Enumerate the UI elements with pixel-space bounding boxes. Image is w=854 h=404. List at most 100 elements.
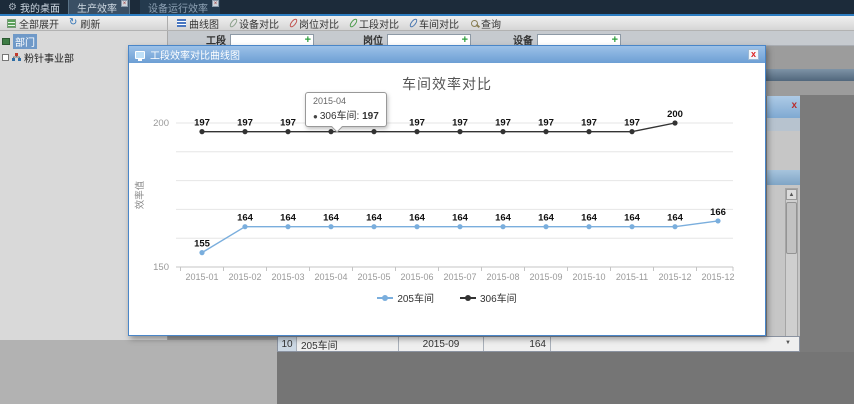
popup-scrollbar[interactable]: ▲ (785, 188, 798, 348)
legend-label: 306车间 (480, 290, 517, 305)
monitor-icon (135, 51, 145, 59)
value-label: 197 (624, 118, 640, 129)
table-row[interactable]: 10 205车间 2015-09 164 ▼ (277, 336, 800, 352)
data-point[interactable] (500, 129, 505, 134)
data-point[interactable] (371, 224, 376, 229)
position-filter-input[interactable]: + (387, 34, 471, 46)
series-dot-icon: ● (313, 112, 318, 121)
legend-label: 205车间 (397, 290, 434, 305)
tooltip-series: 306车间 (320, 111, 357, 122)
data-point[interactable] (629, 129, 634, 134)
tooltip-value: 197 (362, 111, 379, 122)
paperclip-icon (348, 18, 358, 29)
close-icon[interactable]: x (791, 101, 797, 111)
expand-all-button[interactable]: 全部展开 (4, 16, 62, 31)
value-label: 197 (237, 118, 253, 129)
data-point[interactable] (672, 224, 677, 229)
refresh-label: 刷新 (80, 16, 100, 31)
tree-item-label: 部门 (13, 34, 37, 49)
data-point[interactable] (199, 129, 204, 134)
refresh-button[interactable]: ↻ 刷新 (66, 16, 103, 31)
x-tick-label: 2015-12 (701, 272, 734, 282)
data-point[interactable] (414, 224, 419, 229)
tab-close-icon[interactable]: × (212, 0, 219, 7)
data-point[interactable] (328, 224, 333, 229)
x-tick-label: 2015-08 (486, 272, 519, 282)
curve-chart-button[interactable]: 曲线图 (174, 16, 222, 31)
scroll-up-icon[interactable]: ▲ (786, 189, 797, 200)
query-button[interactable]: 查询 (468, 16, 504, 31)
legend-marker-icon (377, 297, 393, 299)
chart-tooltip: 2015-04 ●306车间: 197 (305, 92, 387, 127)
expand-all-icon (7, 19, 16, 28)
position-compare-button[interactable]: 岗位对比 (288, 16, 342, 31)
x-tick-label: 2015-12 (658, 272, 691, 282)
data-point[interactable] (629, 224, 634, 229)
tool-label: 工段对比 (359, 16, 399, 31)
desktop-background (277, 352, 854, 404)
value-label: 164 (237, 213, 254, 224)
x-tick-label: 2015-07 (443, 272, 476, 282)
close-icon[interactable]: x (748, 49, 759, 60)
add-icon[interactable]: + (305, 35, 311, 46)
legend-marker-icon (460, 297, 476, 299)
tab-close-icon[interactable]: × (121, 0, 128, 7)
workshop-compare-button[interactable]: 车间对比 (408, 16, 462, 31)
scrollbar-thumb[interactable] (786, 202, 797, 254)
chart-legend: 205车间 306车间 (129, 290, 765, 305)
data-point[interactable] (500, 224, 505, 229)
equipment-filter-input[interactable]: + (537, 34, 621, 46)
efficiency-compare-dialog: 工段效率对比曲线图 x 车间效率对比 200150效率值2015-012015-… (128, 45, 766, 336)
legend-item[interactable]: 205车间 (377, 290, 434, 305)
section-filter-input[interactable]: + (230, 34, 314, 46)
equipment-compare-button[interactable]: 设备对比 (228, 16, 282, 31)
data-point[interactable] (543, 129, 548, 134)
legend-item[interactable]: 306车间 (460, 290, 517, 305)
refresh-icon: ↻ (69, 18, 77, 28)
paperclip-icon (288, 18, 298, 29)
dialog-body: 车间效率对比 200150效率值2015-012015-022015-03201… (129, 63, 765, 335)
value-label: 164 (280, 213, 297, 224)
data-point[interactable] (457, 224, 462, 229)
section-compare-button[interactable]: 工段对比 (348, 16, 402, 31)
data-point[interactable] (199, 250, 204, 255)
search-icon (471, 20, 478, 27)
data-point[interactable] (242, 224, 247, 229)
data-point[interactable] (414, 129, 419, 134)
add-icon[interactable]: + (462, 35, 468, 46)
org-chart-icon (12, 53, 21, 61)
data-point[interactable] (457, 129, 462, 134)
dialog-title-bar[interactable]: 工段效率对比曲线图 x (129, 46, 765, 63)
data-point[interactable] (242, 129, 247, 134)
tab-equipment-running-efficiency[interactable]: 设备运行效率 × (140, 0, 220, 14)
data-point[interactable] (328, 129, 333, 134)
tool-label: 曲线图 (189, 16, 219, 31)
data-point[interactable] (285, 129, 290, 134)
tab-production-efficiency[interactable]: 生产效率 × (68, 0, 130, 14)
folder-icon (2, 38, 10, 45)
data-point[interactable] (285, 224, 290, 229)
data-point[interactable] (371, 129, 376, 134)
value-label: 197 (495, 118, 511, 129)
value-label: 164 (624, 213, 641, 224)
data-point[interactable] (586, 129, 591, 134)
data-point[interactable] (543, 224, 548, 229)
tooltip-entry: ●306车间: 197 (313, 107, 379, 122)
data-point[interactable] (586, 224, 591, 229)
month-cell: 2015-09 (399, 337, 484, 351)
data-point[interactable] (715, 218, 720, 223)
my-desktop-button[interactable]: ⚙ 我的桌面 (0, 0, 68, 14)
tool-label: 车间对比 (419, 16, 459, 31)
tab-label: 生产效率 (77, 0, 117, 15)
paperclip-icon (228, 18, 238, 29)
workshop-cell: 205车间 (297, 337, 399, 351)
y-axis-label: 效率值 (134, 180, 146, 209)
toolbar: 全部展开 ↻ 刷新 曲线图 设备对比 岗位对比 工段对比 车间对比 (0, 16, 854, 31)
data-point[interactable] (672, 120, 677, 125)
value-label: 197 (409, 118, 425, 129)
expand-icon[interactable] (2, 54, 9, 61)
dropdown-arrow-icon[interactable]: ▼ (785, 340, 791, 346)
add-icon[interactable]: + (612, 35, 618, 46)
value-label: 164 (495, 213, 512, 224)
value-label: 197 (581, 118, 597, 129)
